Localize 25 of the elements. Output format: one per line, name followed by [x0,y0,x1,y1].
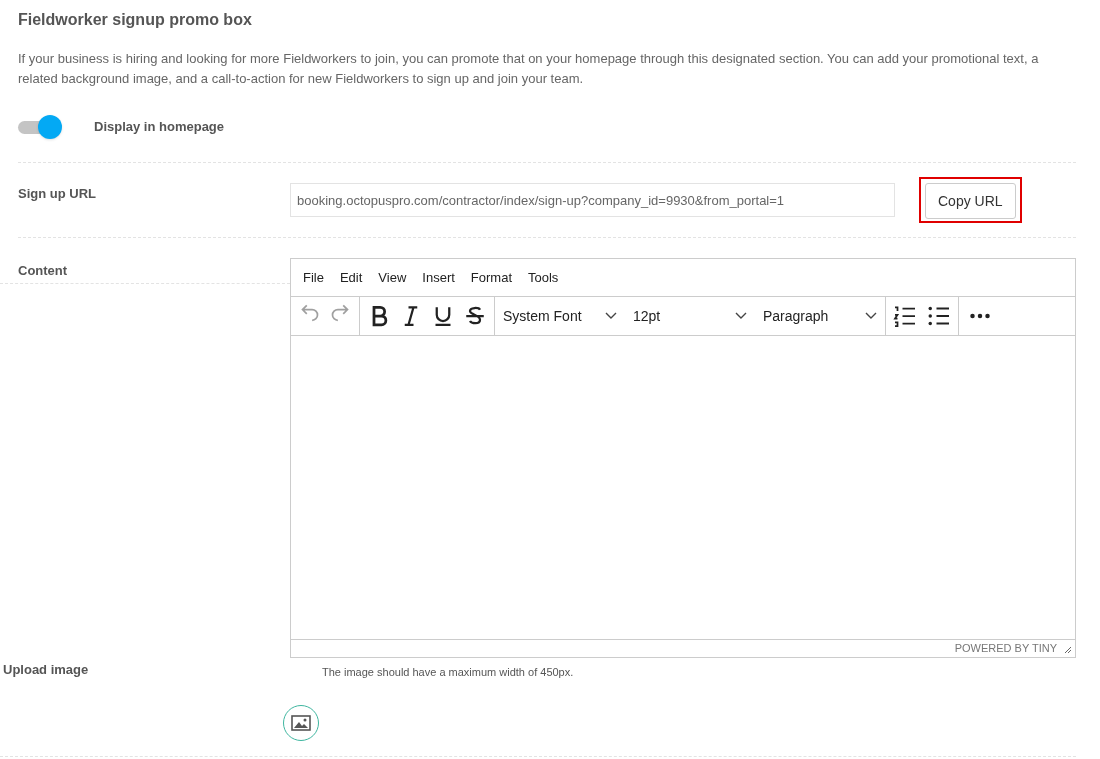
toolbar-dropdown[interactable]: Paragraph [755,297,885,335]
menu-item[interactable]: Format [462,267,520,288]
caret-icon [865,312,877,320]
menu-item[interactable]: Insert [414,267,463,288]
display-toggle[interactable] [18,114,62,140]
menu-item[interactable]: Edit [331,267,371,288]
editor-branding: POWERED BY TINY [954,641,1057,657]
toolbar-dropdown[interactable]: 12pt [625,297,755,335]
field-label: Sign up URL [18,185,97,203]
url-field[interactable]: booking.octopuspro.com/contractor/index/sign-up?company_id=9930&from_portal=1 [290,183,895,217]
menu-item[interactable]: File [295,267,332,288]
toggle-label: Display in homepage [94,118,225,137]
section-description: If your business is hiring and looking for more Fieldworkers to join, you can promote that on your homepage through this designated section. You can add your promotional text, a related background image, and a call-to-action for new Fieldworkers to sign up and join your team. [18,50,1040,88]
image-icon [291,714,311,731]
caret-icon [735,312,747,320]
field-label: Content [18,262,69,280]
upload-hint: The image should have a maximum width of 450px. [322,665,574,680]
menu-item[interactable]: Tools [520,267,567,288]
section-title: Fieldworker signup promo box [18,10,253,30]
copy-url-button[interactable]: Copy URL [925,183,1016,219]
field-label: Upload image [2,661,90,679]
caret-icon [605,312,617,320]
menu-item[interactable]: View [370,267,415,288]
resize-handle-icon[interactable] [1063,644,1071,653]
toolbar-dropdown[interactable]: System Font [495,297,625,335]
